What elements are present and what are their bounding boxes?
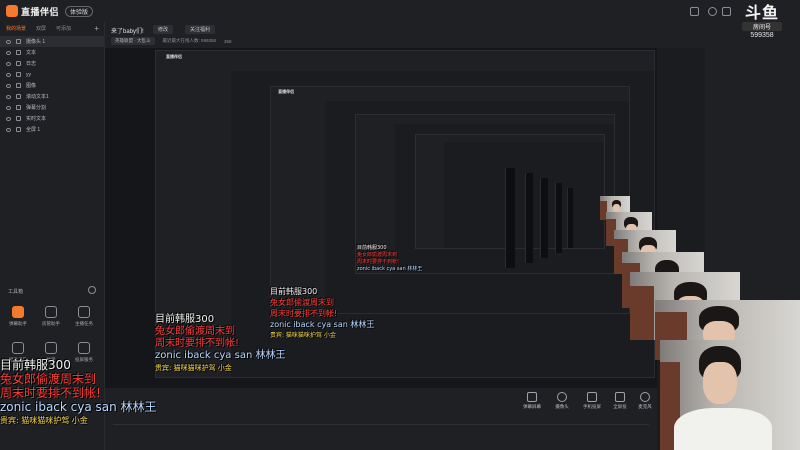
source-item[interactable]: 图像: [0, 80, 104, 91]
danmaku-icon: [12, 306, 24, 318]
scene-tabs: 我的场景 双屏 可添加: [0, 22, 104, 34]
camera-button[interactable]: 摄像头: [547, 392, 577, 410]
room-number: 599358: [750, 32, 774, 39]
log-icon: [16, 61, 21, 66]
toolbox-more-icon[interactable]: [88, 286, 96, 294]
screen-icon: [527, 392, 537, 402]
stream-meta: 英雄联盟 · 大乱斗 最近最大在线人数: 599358 358: [111, 37, 232, 45]
source-item[interactable]: 滚动文本1: [0, 91, 104, 102]
source-label: 日志: [26, 61, 37, 67]
source-item[interactable]: 日志: [0, 58, 104, 69]
category-pill[interactable]: 英雄联盟 · 大乱斗: [111, 37, 155, 45]
version-badge[interactable]: 体验版: [65, 5, 94, 17]
nested-chat-overlay: 目前韩服300 兔女郎偷渡周末到 周末时要排不到帐! zonic iback c…: [155, 314, 286, 372]
edit-title-button[interactable]: 修改: [153, 25, 174, 34]
source-item[interactable]: yy: [0, 69, 104, 80]
text-icon: [16, 50, 21, 55]
chat-line: zonic iback cya san 林林王: [0, 400, 157, 414]
eye-icon[interactable]: [6, 61, 11, 66]
stream-info-bar: 来了baby们! 修改 关注福利 英雄联盟 · 大乱斗 最近最大在线人数: 59…: [105, 22, 705, 48]
eye-icon[interactable]: [6, 94, 11, 99]
image-icon: [16, 83, 21, 88]
eye-icon[interactable]: [6, 50, 11, 55]
webcam-main: [660, 340, 800, 450]
brand-badge: 斗鱼 房间号 599358: [742, 5, 782, 39]
transfer-icon[interactable]: [690, 7, 699, 16]
phone-icon: [587, 392, 597, 402]
nested-app-name: 直播伴侣: [165, 54, 182, 60]
chat-line: 贵宾: 猫咪猫咪护驾 小金: [0, 416, 88, 425]
tab-dual-screen[interactable]: 双屏: [36, 25, 46, 32]
source-label: 全屏 1: [26, 127, 41, 133]
eye-icon[interactable]: [6, 83, 11, 88]
source-item[interactable]: 实时文本: [0, 113, 104, 124]
toolbox-title: 工具箱: [8, 289, 24, 295]
stream-title: 来了baby们!: [111, 29, 144, 35]
minimize-icon[interactable]: [722, 7, 731, 16]
add-scene-icon[interactable]: +: [94, 24, 99, 33]
microphone-icon: [640, 392, 650, 402]
microphone-button[interactable]: 麦克风: [630, 392, 660, 410]
tool-anchor-task[interactable]: 主播任务: [70, 306, 98, 327]
max-online: 最近最大在线人数: 599358: [162, 38, 217, 43]
nested-chat-overlay: 目前韩服300 兔女郎偷渡周末到 周末时要排不到帐! zonic iback c…: [357, 245, 423, 272]
source-label: 图像: [26, 83, 37, 89]
chat-line: 兔女郎偷渡周末到: [0, 372, 97, 386]
source-item[interactable]: 文本: [0, 47, 104, 58]
room-label: 房间号: [742, 22, 782, 31]
chat-line: 目前韩服300: [0, 358, 71, 372]
tool-room-manager[interactable]: 房管助手: [37, 306, 65, 327]
stream-preview: 直播伴侣 直播伴侣 目前韩服300 兔女郎偷渡周末到 周末时要排不到帐! zon…: [105, 48, 657, 388]
top-bar: 直播伴侣 体验版: [0, 0, 800, 22]
source-label: 滚动文本1: [26, 94, 49, 100]
tool-danmaku-helper[interactable]: 弹幕助手: [4, 306, 32, 327]
source-label: yy: [26, 71, 31, 78]
scroll-text-icon: [16, 94, 21, 99]
cast-icon: [78, 342, 90, 354]
app-logo-icon: [6, 5, 18, 17]
source-label: 弹幕分割: [26, 105, 47, 111]
eye-icon[interactable]: [6, 39, 11, 44]
eye-icon[interactable]: [6, 105, 11, 110]
app-name: 直播伴侣: [21, 6, 60, 17]
lottery-icon: [45, 342, 57, 354]
source-label: 摄像头 1: [26, 39, 46, 45]
play-icon: [615, 392, 625, 402]
eye-icon[interactable]: [6, 72, 11, 77]
eye-icon[interactable]: [6, 116, 11, 121]
follow-bonus-button[interactable]: 关注福利: [185, 25, 216, 34]
source-item[interactable]: 摄像头 1: [0, 36, 104, 47]
manager-icon: [45, 306, 57, 318]
realtime-text-icon: [16, 116, 21, 121]
camera-icon: [557, 392, 567, 402]
source-label: 文本: [26, 50, 37, 56]
chat-overlay: 目前韩服300 兔女郎偷渡周末到 周末时要排不到帐! zonic iback c…: [0, 358, 157, 428]
tab-addable[interactable]: 可添加: [56, 25, 71, 32]
danmaku-icon: [16, 105, 21, 110]
viewer-count: 358: [224, 38, 232, 44]
source-list: 摄像头 1 文本 日志 yy 图像 滚动文本1 弹幕分割 实时文本 全屏 1: [0, 36, 104, 135]
nested-chat-overlay: 目前韩服300 兔女郎偷渡周末到 周末时要排不到帐! zonic iback c…: [270, 287, 375, 339]
tab-my-scenes[interactable]: 我的场景: [6, 25, 26, 32]
bottom-control-bar: 弹幕屏幕 摄像头 手机投屏 全屏投 麦克风: [105, 388, 657, 450]
camera-icon: [16, 39, 21, 44]
danmaku-screen-button[interactable]: 弹幕屏幕: [517, 392, 547, 410]
eye-icon[interactable]: [6, 127, 11, 132]
source-label: 实时文本: [26, 116, 47, 122]
chat-line: 周末时要排不到帐!: [0, 386, 101, 400]
douyu-logo: 斗鱼: [744, 3, 779, 22]
fullscreen-icon: [16, 127, 21, 132]
settings-icon[interactable]: [708, 7, 717, 16]
phone-cast-button[interactable]: 手机投屏: [577, 392, 607, 410]
source-item[interactable]: 弹幕分割: [0, 102, 104, 113]
nested-app-name: 直播伴侣: [278, 89, 295, 95]
window-icon: [16, 72, 21, 77]
task-icon: [78, 306, 90, 318]
source-item[interactable]: 全屏 1: [0, 124, 104, 135]
app-logo: 直播伴侣 体验版: [6, 5, 94, 17]
recruit-icon: [12, 342, 24, 354]
